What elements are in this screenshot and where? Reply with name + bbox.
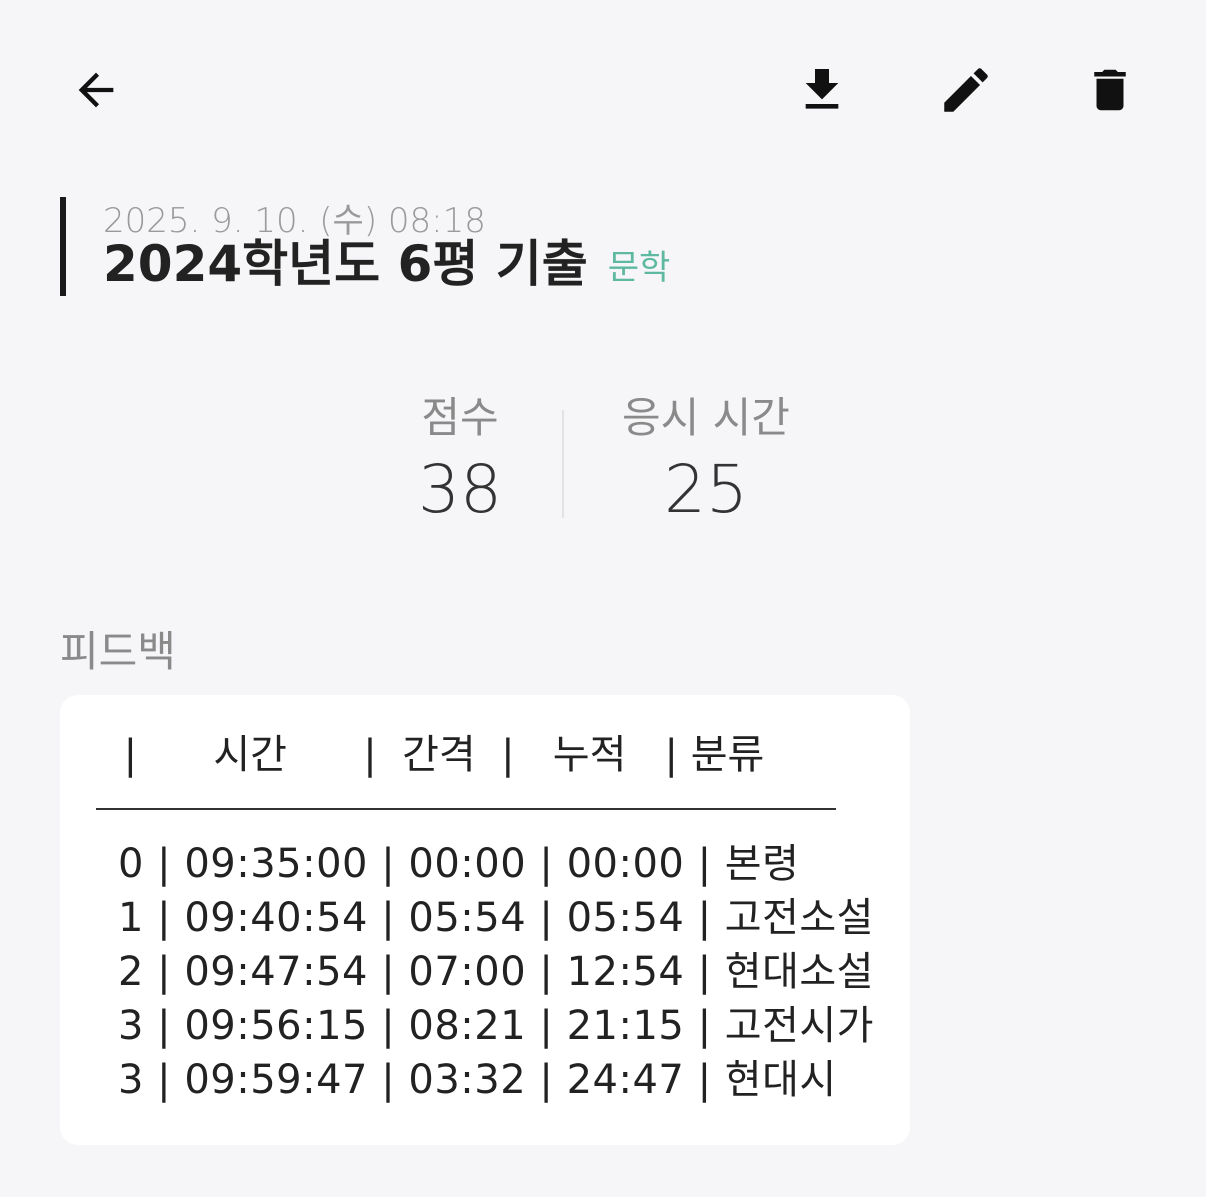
- feedback-table-separator: [96, 808, 836, 810]
- score-label: 점수: [421, 393, 499, 442]
- feedback-row: 3 | 09:56:15 | 08:21 | 21:15 | 고전시가: [118, 1003, 874, 1049]
- time-stat: 응시 시간 25: [606, 392, 806, 532]
- back-button[interactable]: [58, 52, 134, 128]
- download-icon: [794, 62, 850, 118]
- feedback-row: 2 | 09:47:54 | 07:00 | 12:54 | 현대소설: [118, 949, 874, 995]
- title-row: 2024학년도 6평 기출 문학: [103, 232, 670, 296]
- subject-tag: 문학: [607, 248, 671, 288]
- feedback-card: | 시간 | 간격 | 누적 | 분류 0 | 09:35:00 | 00:00…: [60, 695, 910, 1145]
- feedback-row: 0 | 09:35:00 | 00:00 | 00:00 | 본령: [118, 841, 800, 887]
- time-label: 응시 시간: [622, 393, 790, 442]
- feedback-row: 3 | 09:59:47 | 03:32 | 24:47 | 현대시: [118, 1057, 837, 1103]
- feedback-table-header: | 시간 | 간격 | 누적 | 분류: [60, 732, 765, 778]
- delete-button[interactable]: [1072, 52, 1148, 128]
- time-value: 25: [664, 451, 748, 528]
- feedback-label: 피드백: [60, 627, 176, 676]
- title-accent-bar: [60, 197, 66, 296]
- score-stat: 점수 38: [400, 392, 520, 532]
- arrow-left-icon: [70, 64, 122, 116]
- download-button[interactable]: [784, 52, 860, 128]
- score-value: 38: [418, 451, 502, 528]
- edit-button[interactable]: [928, 52, 1004, 128]
- page-title: 2024학년도 6평 기출: [103, 235, 588, 293]
- feedback-row: 1 | 09:40:54 | 05:54 | 05:54 | 고전소설: [118, 895, 874, 941]
- pencil-icon: [937, 61, 995, 119]
- stat-divider: [562, 410, 564, 518]
- trash-icon: [1083, 63, 1137, 117]
- feedback-table-body: 0 | 09:35:00 | 00:00 | 00:00 | 본령 1 | 09…: [118, 837, 874, 1107]
